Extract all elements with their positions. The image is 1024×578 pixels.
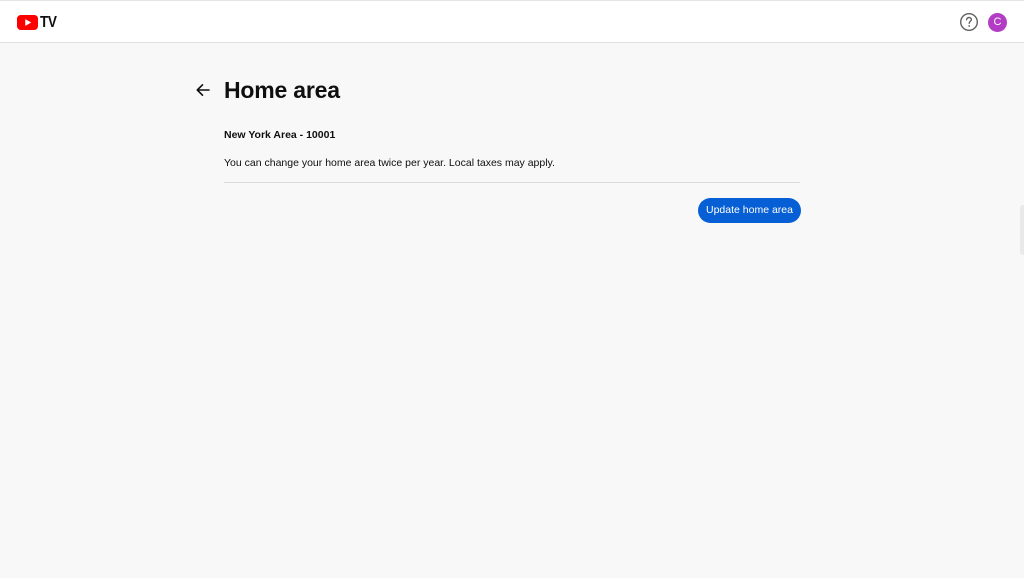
update-home-area-button[interactable]: Update home area (698, 198, 801, 223)
top-bar: TV C (0, 0, 1024, 43)
youtube-play-icon (17, 14, 38, 30)
avatar[interactable]: C (988, 13, 1007, 32)
side-panel-handle[interactable] (1020, 205, 1024, 255)
divider (224, 182, 800, 183)
home-area-name: New York Area - 10001 (224, 129, 336, 141)
youtube-tv-logo[interactable]: TV (17, 12, 59, 32)
home-area-info: You can change your home area twice per … (224, 157, 555, 169)
arrow-left-icon (196, 84, 210, 96)
logo-text: TV (40, 13, 57, 31)
page-title: Home area (224, 77, 340, 103)
help-circle-icon (959, 12, 979, 32)
help-button[interactable] (959, 12, 979, 32)
back-button[interactable] (193, 80, 213, 100)
